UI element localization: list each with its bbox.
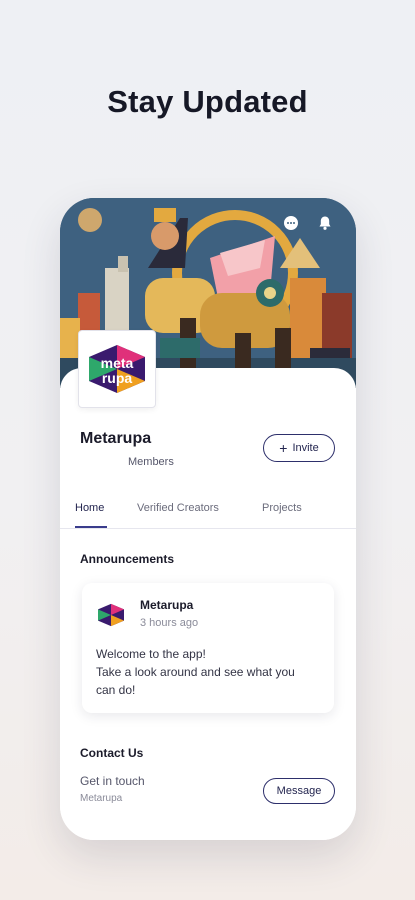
site-name: Metarupa [80, 430, 152, 447]
logo-text-top: meta [101, 355, 134, 371]
invite-label: Invite [292, 442, 319, 454]
post-body-line: Take a look around and see what you [96, 665, 295, 679]
tab-verified-creators[interactable]: Verified Creators [137, 502, 219, 514]
phone-mockup: meta rupa Metarupa Members + Invite Home… [60, 198, 356, 840]
post-avatar [96, 600, 126, 630]
members-link[interactable]: Members [128, 456, 174, 468]
post-body: Welcome to the app! Take a look around a… [96, 645, 326, 699]
announcement-post[interactable]: Metarupa 3 hours ago Welcome to the app!… [82, 583, 334, 713]
site-card: meta rupa Metarupa Members + Invite Home… [60, 330, 356, 840]
page-headline: Stay Updated [107, 84, 308, 119]
message-button[interactable]: Message [263, 778, 335, 804]
logo-text-bottom: rupa [102, 370, 133, 386]
contact-title: Contact Us [80, 746, 144, 760]
contact-site-name: Metarupa [80, 793, 123, 804]
tab-projects[interactable]: Projects [262, 502, 302, 514]
bell-icon[interactable] [314, 212, 336, 234]
invite-button[interactable]: + Invite [263, 434, 335, 462]
tab-home[interactable]: Home [75, 502, 104, 514]
contact-subtitle: Get in touch [80, 774, 145, 788]
active-tab-indicator [75, 526, 107, 528]
post-body-line: can do! [96, 683, 136, 697]
post-author: Metarupa [140, 598, 194, 612]
post-body-line: Welcome to the app! [96, 647, 206, 661]
plus-icon: + [279, 439, 288, 456]
chat-icon[interactable] [280, 212, 302, 234]
announcements-title: Announcements [80, 552, 175, 566]
site-logo: meta rupa [78, 330, 156, 408]
post-time: 3 hours ago [140, 617, 199, 629]
tab-bar: Home Verified Creators Projects [60, 496, 356, 529]
